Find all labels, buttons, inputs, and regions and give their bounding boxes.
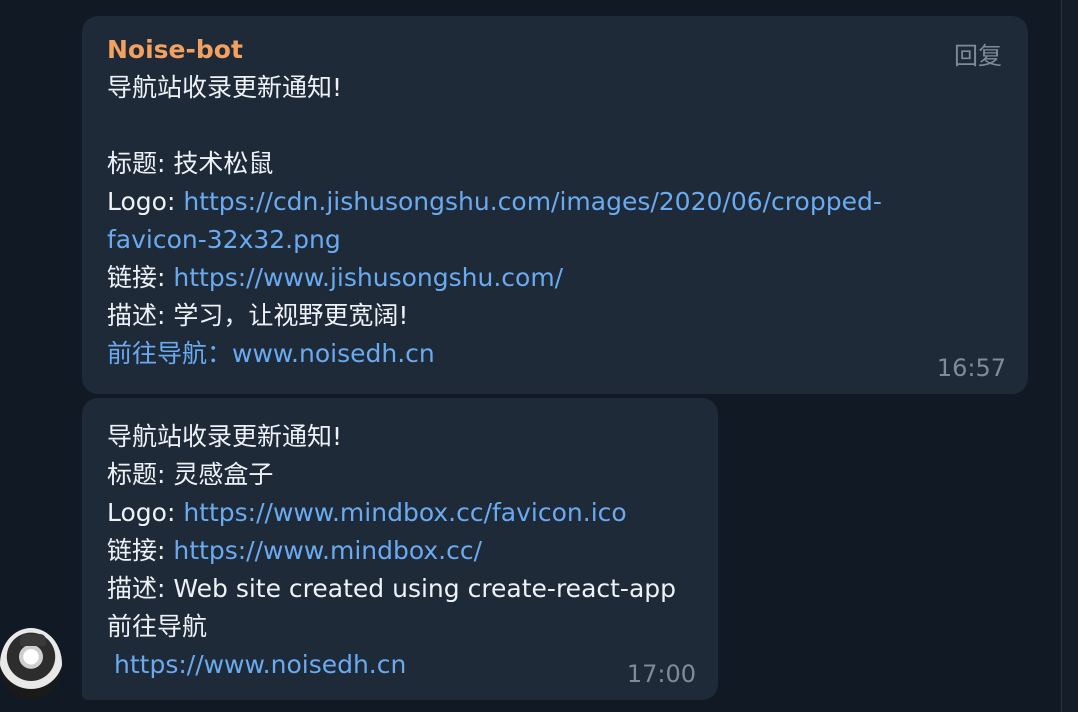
description-line: 描述: Web site created using create-react-… bbox=[107, 570, 694, 608]
message-time: 17:00 bbox=[626, 660, 696, 688]
reply-button[interactable]: 回复 bbox=[954, 36, 1002, 71]
logo-line: Logo: https://cdn.jishusongshu.com/image… bbox=[107, 183, 1004, 221]
chat-view: Noise-bot 回复 导航站收录更新通知! 标题: 技术松鼠 Logo: h… bbox=[0, 0, 1078, 712]
title-label: 标题: bbox=[107, 460, 174, 489]
title-label: 标题: bbox=[107, 149, 174, 178]
description-value: Web site created using create-react-app bbox=[173, 574, 677, 603]
message-intro: 导航站收录更新通知! bbox=[107, 73, 343, 102]
nav-link[interactable]: 前往导航：www.noisedh.cn bbox=[107, 339, 435, 368]
description-label: 描述: bbox=[107, 574, 174, 603]
description-line: 描述: 学习，让视野更宽阔! bbox=[107, 297, 1004, 335]
sender-name[interactable]: Noise-bot bbox=[107, 31, 1004, 69]
description-value: 学习，让视野更宽阔! bbox=[173, 301, 409, 330]
title-line: 标题: 技术松鼠 bbox=[107, 145, 1004, 183]
nav-label: 前往导航 bbox=[107, 612, 208, 641]
message-time: 16:57 bbox=[936, 354, 1006, 382]
site-link[interactable]: https://www.mindbox.cc/ bbox=[173, 536, 482, 565]
logo-label: Logo: bbox=[107, 187, 184, 216]
site-link[interactable]: https://www.jishusongshu.com/ bbox=[173, 263, 563, 292]
site-link-label: 链接: bbox=[107, 263, 174, 292]
logo-link-continued[interactable]: favicon-32x32.png bbox=[107, 225, 341, 254]
nav-link[interactable]: https://www.noisedh.cn bbox=[114, 650, 406, 679]
logo-line: Logo: https://www.mindbox.cc/favicon.ico bbox=[107, 494, 694, 532]
site-link-label: 链接: bbox=[107, 536, 174, 565]
message-bubble[interactable]: 导航站收录更新通知! 标题: 灵感盒子 Logo: https://www.mi… bbox=[82, 398, 718, 700]
title-value: 灵感盒子 bbox=[173, 460, 274, 489]
logo-link[interactable]: https://www.mindbox.cc/favicon.ico bbox=[183, 498, 626, 527]
message-bubble[interactable]: Noise-bot 回复 导航站收录更新通知! 标题: 技术松鼠 Logo: h… bbox=[82, 16, 1028, 394]
logo-line-continued: favicon-32x32.png bbox=[107, 221, 1004, 259]
title-value: 技术松鼠 bbox=[173, 149, 274, 178]
message-intro: 导航站收录更新通知! bbox=[107, 422, 343, 451]
site-link-line: 链接: https://www.jishusongshu.com/ bbox=[107, 259, 1004, 297]
logo-label: Logo: bbox=[107, 498, 184, 527]
scrollbar[interactable] bbox=[1061, 0, 1078, 712]
description-label: 描述: bbox=[107, 301, 174, 330]
nav-line: 前往导航：www.noisedh.cn bbox=[107, 335, 1004, 373]
site-link-line: 链接: https://www.mindbox.cc/ bbox=[107, 532, 694, 570]
nav-line: https://www.noisedh.cn bbox=[107, 646, 694, 684]
avatar[interactable] bbox=[0, 628, 62, 700]
title-line: 标题: 灵感盒子 bbox=[107, 456, 694, 494]
logo-link[interactable]: https://cdn.jishusongshu.com/images/2020… bbox=[183, 187, 882, 216]
